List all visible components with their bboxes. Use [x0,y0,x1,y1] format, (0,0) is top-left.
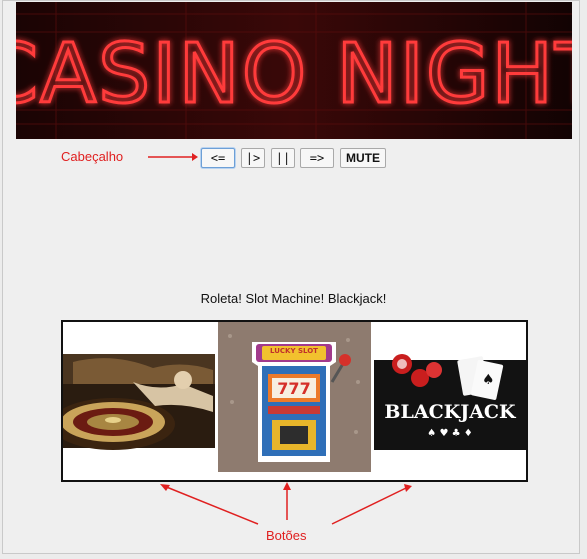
buttons-annotation: Botões [266,528,307,543]
slot-reels: 777 [277,379,310,398]
blackjack-button[interactable]: ♠ BLACKJACK ♠ ♥ ♣ ♦ [374,322,526,480]
pause-button[interactable]: || [271,148,295,168]
roulette-image [63,322,215,480]
slot-machine-image: LUCKY SLOT 777 [218,322,371,480]
logo-text: CASINO NIGHT [16,27,572,122]
svg-text:♠ ♥ ♣ ♦: ♠ ♥ ♣ ♦ [427,428,472,439]
header-arrow-icon [148,153,198,161]
previous-button[interactable]: <= [201,148,235,168]
svg-text:♠: ♠ [482,372,495,388]
play-button[interactable]: |> [241,148,265,168]
mute-button[interactable]: MUTE [340,148,386,168]
header-banner: CASINO NIGHT [16,2,572,139]
roulette-button[interactable] [63,322,215,480]
blackjack-image: ♠ BLACKJACK ♠ ♥ ♣ ♦ [374,322,526,480]
slot-sign-text: LUCKY SLOT [270,347,318,355]
next-button[interactable]: => [300,148,334,168]
blackjack-logo: BLACKJACK [384,401,517,423]
games-panel: LUCKY SLOT 777 ♠ BLACKJACK ♠ ♥ ♣ ♦ [61,320,528,482]
buttons-arrows-icon [160,482,412,525]
slot-machine-button[interactable]: LUCKY SLOT 777 [218,322,371,480]
games-caption: Roleta! Slot Machine! Blackjack! [200,291,387,306]
header-annotation: Cabeçalho [61,149,124,164]
neon-logo: CASINO NIGHT [16,2,572,139]
